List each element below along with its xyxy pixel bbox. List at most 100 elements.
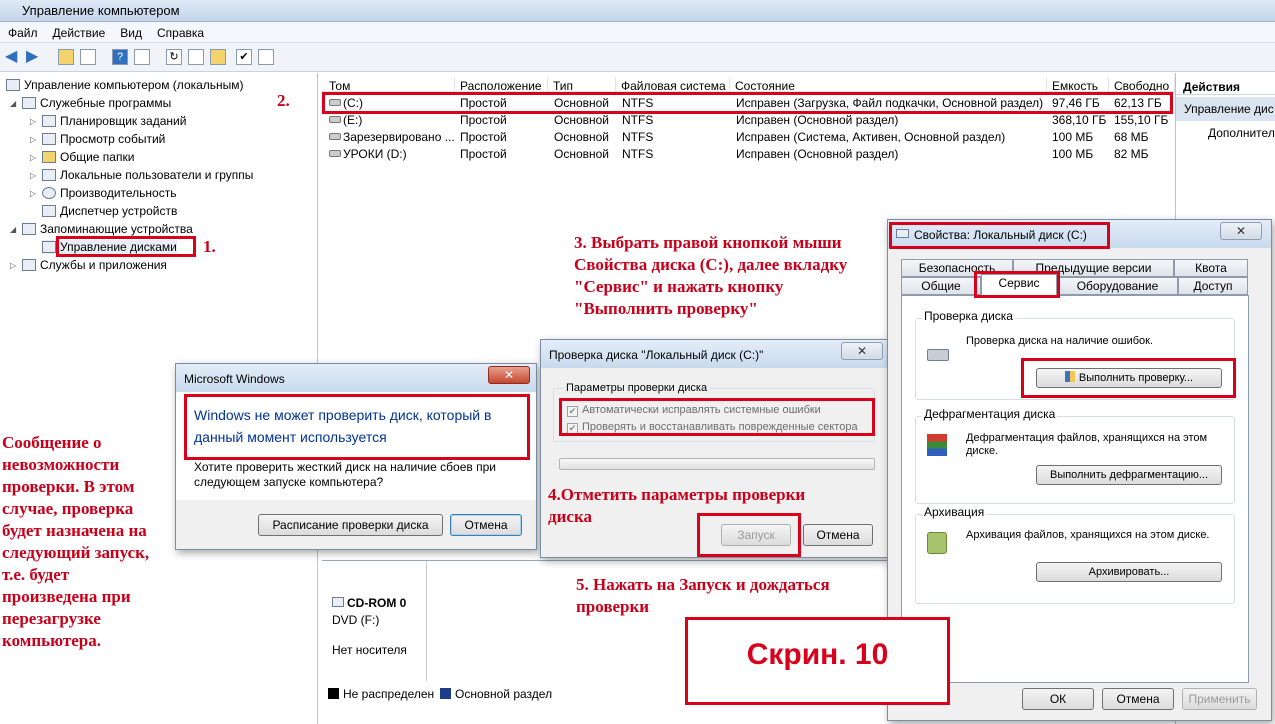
forward-icon[interactable]: ▶ xyxy=(26,49,38,65)
tree-item-storage[interactable]: ◢ Запоминающие устройства xyxy=(10,222,193,236)
close-icon[interactable]: ✕ xyxy=(1220,222,1262,240)
check-cancel-button[interactable]: Отмена xyxy=(803,524,873,546)
annotation-step-1: 1. xyxy=(203,237,216,256)
ok-button[interactable]: ОК xyxy=(1022,688,1094,710)
archive-button[interactable]: Архивировать... xyxy=(1036,562,1222,582)
legend-unallocated: Не распределен xyxy=(328,687,434,701)
volume-drive-icon xyxy=(329,150,341,157)
highlight-check-options xyxy=(559,398,875,436)
volume-cell: NTFS xyxy=(622,130,654,144)
actions-header: Действия xyxy=(1176,77,1275,95)
refresh-icon[interactable]: ↻ xyxy=(166,49,182,65)
users-icon xyxy=(42,169,56,181)
collapse-icon[interactable]: ▷ xyxy=(30,117,38,126)
defrag-description: Дефрагментация файлов, хранящихся на это… xyxy=(966,432,1208,457)
volume-cell: NTFS xyxy=(622,147,654,161)
highlight-run-check xyxy=(1021,358,1236,398)
close-icon[interactable]: ✕ xyxy=(488,366,530,384)
volume-cell: Простой xyxy=(460,130,507,144)
legend-swatch-blue xyxy=(440,688,451,699)
up-folder-icon[interactable] xyxy=(58,49,74,65)
schedule-check-button[interactable]: Расписание проверки диска xyxy=(258,514,443,536)
close-icon[interactable]: ✕ xyxy=(841,342,883,360)
expand-icon[interactable]: ◢ xyxy=(10,225,18,234)
tab-sharing[interactable]: Доступ xyxy=(1178,277,1248,295)
show-hide-tree-icon[interactable] xyxy=(80,49,96,65)
check-description: Проверка диска на наличие ошибок. xyxy=(966,335,1154,347)
volume-cell: 155,10 ГБ xyxy=(1114,113,1169,127)
tree-item-task-scheduler[interactable]: ▷ Планировщик заданий xyxy=(30,114,186,128)
tree-item-local-users[interactable]: ▷ Локальные пользователи и группы xyxy=(30,168,253,182)
properties-icon[interactable] xyxy=(188,49,204,65)
pane-divider xyxy=(426,561,427,681)
tree-item-services[interactable]: ▷ Службы и приложения xyxy=(10,258,167,272)
screen-label: Скрин. 10 xyxy=(746,638,889,671)
volume-name[interactable]: (E:) xyxy=(343,113,362,127)
volume-cell: 68 МБ xyxy=(1114,130,1149,144)
menu-bar: Файл Действие Вид Справка xyxy=(0,22,1275,43)
folder-icon xyxy=(42,151,56,163)
tools-tab-panel: Проверка диска Проверка диска на наличие… xyxy=(901,295,1249,683)
annotation-step-3: 3. Выбрать правой кнопкой мыши Свойства … xyxy=(574,233,848,318)
volume-cell: 100 МБ xyxy=(1052,130,1094,144)
collapse-icon[interactable]: ▷ xyxy=(30,135,38,144)
tree-item-system-tools[interactable]: ◢ Служебные программы xyxy=(10,96,171,110)
ms-windows-dialog: Microsoft Windows ✕ Windows не может про… xyxy=(175,363,537,550)
props-cancel-button[interactable]: Отмена xyxy=(1102,688,1174,710)
volume-cell: Исправен (Основной раздел) xyxy=(736,147,899,161)
open-icon[interactable] xyxy=(210,49,226,65)
volume-name[interactable]: Зарезервировано ... xyxy=(343,130,455,144)
actions-item-disk-management[interactable]: Управление дис xyxy=(1176,97,1275,121)
annotation-step-5: 5. Нажать на Запуск и дождаться проверки xyxy=(576,575,830,616)
hard-drive-icon xyxy=(927,349,949,361)
run-defrag-button[interactable]: Выполнить дефрагментацию... xyxy=(1036,465,1222,485)
tree-item-shared-folders[interactable]: ▷ Общие папки xyxy=(30,150,134,164)
tree-item-device-manager[interactable]: Диспетчер устройств xyxy=(42,204,177,218)
check-icon[interactable]: ✔ xyxy=(236,49,252,65)
collapse-icon[interactable]: ▷ xyxy=(30,189,38,198)
legend-primary: Основной раздел xyxy=(440,687,552,701)
archive-group-label: Архивация xyxy=(922,505,987,519)
menu-help[interactable]: Справка xyxy=(149,22,211,40)
volume-name[interactable]: УРОКИ (D:) xyxy=(343,147,407,161)
collapse-icon[interactable]: ▷ xyxy=(10,261,18,270)
ms-cancel-button[interactable]: Отмена xyxy=(450,514,522,536)
apply-button[interactable]: Применить xyxy=(1182,688,1257,710)
device-manager-icon xyxy=(42,205,56,217)
highlight-ms-message xyxy=(184,394,530,460)
collapse-icon[interactable]: ▷ xyxy=(30,153,38,162)
highlight-props-title xyxy=(889,222,1110,249)
menu-file[interactable]: Файл xyxy=(0,22,45,40)
cdrom-drive: DVD (F:) xyxy=(332,613,380,627)
annotation-step-2: 2. xyxy=(277,91,290,110)
tab-hardware[interactable]: Оборудование xyxy=(1057,277,1178,295)
volume-cell: 82 МБ xyxy=(1114,147,1149,161)
back-icon[interactable]: ◀ xyxy=(5,49,17,65)
volume-cell: NTFS xyxy=(622,113,654,127)
volume-drive-icon xyxy=(329,116,341,123)
performance-icon xyxy=(42,187,56,199)
tree-item-event-viewer[interactable]: ▷ Просмотр событий xyxy=(30,132,165,146)
volume-cell: Исправен (Система, Активен, Основной раз… xyxy=(736,130,1006,144)
ms-dialog-question: Хотите проверить жесткий диск на наличие… xyxy=(194,460,496,489)
event-icon xyxy=(42,133,56,145)
check-group-label: Проверка диска xyxy=(922,309,1015,323)
tree-root[interactable]: Управление компьютером (локальным) xyxy=(6,78,244,92)
help-icon[interactable]: ? xyxy=(112,49,128,65)
volume-drive-icon xyxy=(329,133,341,140)
tab-general[interactable]: Общие xyxy=(901,277,981,295)
menu-view[interactable]: Вид xyxy=(112,22,149,40)
archive-group xyxy=(915,514,1235,604)
check-progress-bar xyxy=(559,458,875,470)
zoom-icon[interactable] xyxy=(258,49,274,65)
tree-item-performance[interactable]: ▷ Производительность xyxy=(30,186,176,200)
collapse-icon[interactable]: ▷ xyxy=(30,171,38,180)
actions-item-more[interactable]: Дополнител xyxy=(1208,126,1275,140)
volume-cell: Основной xyxy=(554,130,610,144)
defrag-group-label: Дефрагментация диска xyxy=(922,407,1058,421)
highlight-drive-c xyxy=(322,92,1173,114)
tab-quota[interactable]: Квота xyxy=(1174,259,1248,277)
show-hide-action-icon[interactable] xyxy=(134,49,150,65)
expand-icon[interactable]: ◢ xyxy=(10,99,18,108)
menu-action[interactable]: Действие xyxy=(45,22,113,40)
